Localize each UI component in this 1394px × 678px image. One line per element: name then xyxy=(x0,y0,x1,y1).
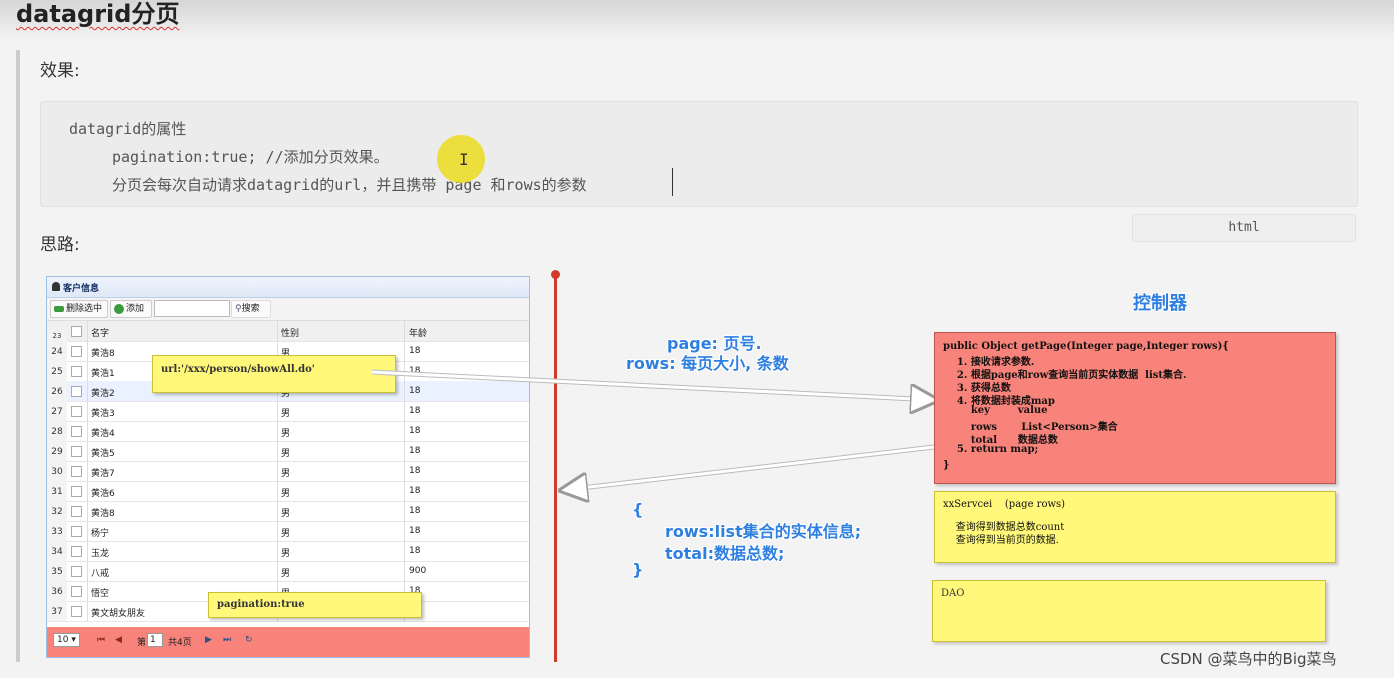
service-code-box: xxServcei (page rows) 查询得到数据总数count 查询得到… xyxy=(934,491,1336,563)
request-arrow-inner xyxy=(371,370,934,400)
rows-annotation: rows: 每页大小, 条数 xyxy=(626,354,789,373)
response-arrow-inner xyxy=(564,445,935,490)
brace-close: } xyxy=(632,560,644,579)
brace-open: { xyxy=(632,500,644,519)
service-line: xxServcei (page rows) xyxy=(943,499,1066,510)
service-line: 查询得到当前页的数据. xyxy=(943,535,1059,546)
controller-code-box: public Object getPage(Integer page,Integ… xyxy=(934,332,1336,484)
dao-box: DAO xyxy=(932,580,1326,642)
rows-result-annotation: rows:list集合的实体信息; xyxy=(665,522,862,541)
controller-line: 5. return map; xyxy=(943,444,1039,455)
controller-line: key value xyxy=(943,405,1048,416)
controller-line: } xyxy=(943,460,950,471)
controller-heading: 控制器 xyxy=(1133,293,1187,314)
dao-label: DAO xyxy=(941,588,965,599)
watermark: CSDN @菜鸟中的Big菜鸟 xyxy=(1160,650,1337,668)
controller-line: public Object getPage(Integer page,Integ… xyxy=(943,341,1229,352)
total-result-annotation: total:数据总数; xyxy=(665,544,785,563)
